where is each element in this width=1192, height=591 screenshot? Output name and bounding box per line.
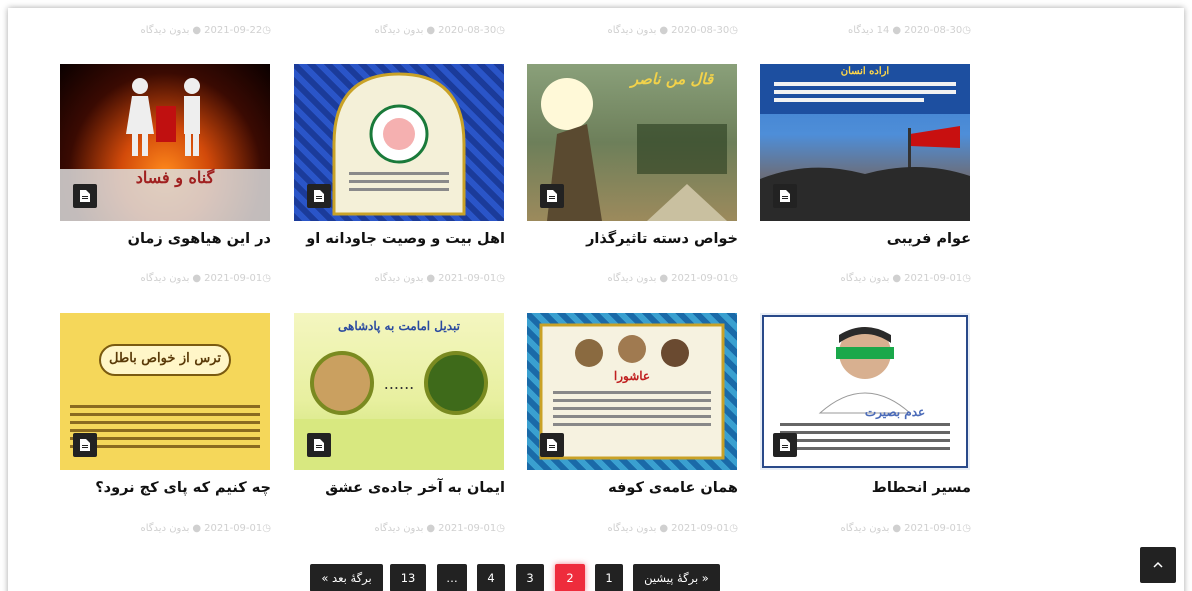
post-title[interactable]: اهل بیت و وصیت جاودانه او (294, 231, 505, 247)
post-card[interactable]: ...... تبدیل امامت به پادشاهی ایمان به آ… (294, 313, 505, 496)
post-card[interactable]: ترس از خواص باطل چه کنیم که پای کج نرود؟ (60, 313, 271, 496)
post-title[interactable]: ایمان به آخر جاده‌ی عشق (294, 480, 505, 496)
clock-icon: ◷ (262, 273, 271, 284)
post-meta: ◷2021-09-01●بدون دیدگاه (140, 273, 271, 284)
clock-icon: ◷ (729, 273, 738, 284)
document-icon (73, 184, 97, 208)
document-icon (773, 184, 797, 208)
post-card[interactable]: گناه و فساد در این هیاهوی زمان (60, 64, 271, 247)
post-card[interactable]: عاشورا همان عامه‌ی کوفه (527, 313, 738, 496)
document-icon (540, 433, 564, 457)
post-meta: ◷2020-08-30●14 دیدگاه (847, 25, 971, 36)
post-thumbnail[interactable]: گناه و فساد (60, 64, 270, 221)
document-icon (540, 184, 564, 208)
chevron-up-icon (1153, 561, 1163, 568)
comment-icon: ● (892, 523, 902, 534)
post-meta: ◷2021-09-01●بدون دیدگاه (607, 273, 738, 284)
clock-icon: ◷ (496, 273, 505, 284)
clock-icon: ◷ (729, 523, 738, 534)
post-thumbnail[interactable]: عدم بصیرت (760, 313, 970, 470)
page-1-button[interactable]: 1 (595, 564, 623, 591)
post-title[interactable]: در این هیاهوی زمان (60, 231, 271, 247)
post-title[interactable]: چه کنیم که پای کج نرود؟ (60, 480, 271, 496)
post-card[interactable]: اراده انسان عوام فریبی (760, 64, 971, 247)
comment-icon: ● (192, 25, 202, 36)
post-thumbnail[interactable]: ...... تبدیل امامت به پادشاهی (294, 313, 504, 470)
post-meta: ◷2021-09-01●بدون دیدگاه (140, 523, 271, 534)
post-meta: ◷2021-09-01●بدون دیدگاه (374, 273, 505, 284)
post-meta: ◷2021-09-01●بدون دیدگاه (840, 273, 971, 284)
post-thumbnail[interactable]: قال من ناصر (527, 64, 737, 221)
svg-text:......: ...... (384, 374, 415, 393)
post-thumbnail[interactable]: ترس از خواص باطل (60, 313, 270, 470)
post-title[interactable]: عوام فریبی (760, 231, 971, 247)
previous-page-button[interactable]: « برگهٔ پیشین (633, 564, 720, 591)
post-title[interactable]: مسیر انحطاط (760, 480, 971, 496)
clock-icon: ◷ (262, 523, 271, 534)
clock-icon: ◷ (962, 25, 971, 36)
clock-icon: ◷ (262, 25, 271, 36)
post-meta: ◷2021-09-01●بدون دیدگاه (840, 523, 971, 534)
post-meta: ◷2020-08-30●بدون دیدگاه (374, 25, 505, 36)
post-thumbnail[interactable]: عاشورا (527, 313, 737, 470)
post-thumbnail[interactable] (294, 64, 504, 221)
post-thumbnail[interactable]: اراده انسان (760, 64, 970, 221)
scroll-to-top-button[interactable] (1140, 547, 1176, 583)
document-icon (773, 433, 797, 457)
post-meta: ◷2020-08-30●بدون دیدگاه (607, 25, 738, 36)
page-2-current[interactable]: 2 (555, 564, 585, 591)
post-title[interactable]: همان عامه‌ی کوفه (527, 480, 738, 496)
comment-icon: ● (659, 25, 669, 36)
document-icon (307, 433, 331, 457)
post-meta: ◷2021-09-01●بدون دیدگاه (374, 523, 505, 534)
comment-icon: ● (426, 273, 436, 284)
page-3-button[interactable]: 3 (516, 564, 544, 591)
clock-icon: ◷ (496, 25, 505, 36)
comment-icon: ● (192, 273, 202, 284)
comment-icon: ● (892, 273, 902, 284)
post-meta: ◷2021-09-01●بدون دیدگاه (607, 523, 738, 534)
comment-icon: ● (659, 273, 669, 284)
document-icon (73, 433, 97, 457)
comment-icon: ● (892, 25, 902, 36)
next-page-button[interactable]: برگهٔ بعد » (310, 564, 383, 591)
pagination-ellipsis: … (437, 564, 467, 591)
clock-icon: ◷ (729, 25, 738, 36)
comment-icon: ● (426, 523, 436, 534)
document-icon (307, 184, 331, 208)
clock-icon: ◷ (962, 273, 971, 284)
post-card[interactable]: قال من ناصر خواص دسته تاثیرگذار (527, 64, 738, 247)
post-meta: ◷2021-09-22●بدون دیدگاه (140, 25, 271, 36)
post-card[interactable]: عدم بصیرت مسیر انحطاط (760, 313, 971, 496)
clock-icon: ◷ (496, 523, 505, 534)
comment-icon: ● (192, 523, 202, 534)
page-13-button[interactable]: 13 (390, 564, 426, 591)
comment-icon: ● (659, 523, 669, 534)
post-title[interactable]: خواص دسته تاثیرگذار (527, 231, 738, 247)
comment-icon: ● (426, 25, 436, 36)
page-4-button[interactable]: 4 (477, 564, 505, 591)
post-card[interactable]: اهل بیت و وصیت جاودانه او (294, 64, 505, 247)
clock-icon: ◷ (962, 523, 971, 534)
